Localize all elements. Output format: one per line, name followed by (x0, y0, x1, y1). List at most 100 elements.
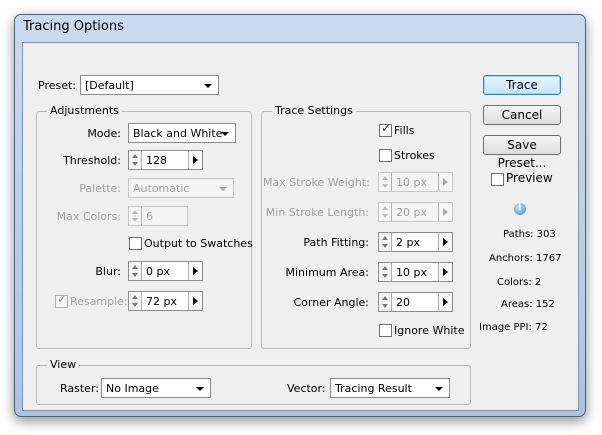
spin-down-icon (382, 304, 388, 308)
threshold-value: 128 (146, 154, 167, 167)
checkmark-icon: ✓ (57, 292, 68, 306)
preset-dropdown[interactable]: [Default] (80, 75, 219, 95)
paths-stat: Paths: 303 (503, 229, 556, 240)
palette-dropdown[interactable]: Automatic (128, 178, 234, 198)
spin-up-icon (132, 210, 138, 214)
path-fitting-stepper[interactable]: 2 px (378, 232, 453, 252)
corner-angle-stepper[interactable]: 20 (378, 292, 453, 312)
fills-checkbox[interactable]: ✓ (379, 122, 392, 137)
strokes-checkbox[interactable] (379, 149, 392, 162)
blur-value: 0 px (146, 265, 170, 278)
areas-stat: Areas: 152 (501, 299, 555, 310)
vector-label: Vector: (287, 382, 326, 395)
path-fitting-value: 2 px (396, 236, 420, 249)
max-stroke-weight-slider-button[interactable] (438, 173, 452, 191)
spin-down-icon (132, 303, 138, 307)
spin-up-icon (382, 206, 388, 210)
preset-value: [Default] (85, 79, 134, 92)
spin-up-icon (382, 236, 388, 240)
spin-down-icon (382, 274, 388, 278)
adjustments-title: Adjustments (47, 104, 122, 117)
spin-arrows[interactable] (129, 292, 142, 310)
ignore-white-checkbox[interactable] (379, 324, 392, 337)
mode-dropdown[interactable]: Black and White (128, 123, 236, 143)
spin-down-icon (132, 162, 138, 166)
arrow-right-icon (443, 208, 448, 216)
chevron-down-icon (435, 387, 443, 391)
raster-value: No Image (106, 382, 159, 395)
max-stroke-weight-stepper[interactable]: 10 px (378, 172, 453, 192)
corner-angle-slider-button[interactable] (438, 293, 452, 311)
spin-arrows[interactable] (379, 173, 392, 191)
spin-arrows[interactable] (379, 203, 392, 221)
vector-dropdown[interactable]: Tracing Result (330, 378, 450, 398)
spin-arrows[interactable] (129, 262, 142, 280)
threshold-slider-button[interactable] (188, 151, 202, 169)
spin-arrows[interactable] (129, 151, 142, 169)
threshold-stepper[interactable]: 128 (128, 150, 203, 170)
max-stroke-weight-value: 10 px (396, 176, 427, 189)
tracing-options-window: Tracing Options Preset: [Default] Adjust… (14, 14, 586, 417)
palette-value: Automatic (133, 182, 190, 195)
arrow-right-icon (193, 156, 198, 164)
min-stroke-length-stepper[interactable]: 20 px (378, 202, 453, 222)
mode-value: Black and White (133, 127, 223, 140)
window-title: Tracing Options (23, 19, 124, 34)
resample-slider-button[interactable] (188, 292, 202, 310)
blur-stepper[interactable]: 0 px (128, 261, 203, 281)
cancel-button[interactable]: Cancel (483, 105, 561, 125)
max-stroke-weight-label: Max Stroke Weight: (263, 176, 370, 189)
min-stroke-length-slider-button[interactable] (438, 203, 452, 221)
max-colors-stepper[interactable]: 6 (128, 206, 188, 226)
minimum-area-slider-button[interactable] (438, 263, 452, 281)
resample-stepper[interactable]: 72 px (128, 291, 203, 311)
spin-arrows[interactable] (379, 233, 392, 251)
arrow-right-icon (443, 178, 448, 186)
spin-down-icon (382, 244, 388, 248)
max-colors-label: Max Colors: (56, 210, 121, 223)
spin-down-icon (132, 218, 138, 222)
path-fitting-label: Path Fitting: (303, 236, 369, 249)
view-title: View (47, 358, 80, 371)
trace-settings-group: Trace Settings (261, 104, 471, 349)
threshold-label: Threshold: (63, 154, 121, 167)
resample-label: Resample: (70, 295, 128, 308)
preset-label: Preset: (38, 79, 77, 92)
fills-label: Fills (394, 124, 415, 137)
spin-down-icon (382, 184, 388, 188)
save-preset-button[interactable]: Save Preset... (483, 135, 561, 170)
arrow-right-icon (443, 268, 448, 276)
blur-label: Blur: (95, 265, 121, 278)
min-stroke-length-value: 20 px (396, 206, 427, 219)
mode-label: Mode: (87, 127, 121, 140)
resample-value: 72 px (146, 295, 177, 308)
spin-arrows[interactable] (129, 207, 142, 225)
spin-down-icon (382, 214, 388, 218)
path-fitting-slider-button[interactable] (438, 233, 452, 251)
resample-checkbox[interactable]: ✓ (55, 292, 68, 308)
corner-angle-label: Corner Angle: (293, 296, 369, 309)
image-ppi-stat: Image PPI: 72 (479, 322, 548, 333)
minimum-area-value: 10 px (396, 266, 427, 279)
spin-up-icon (132, 295, 138, 299)
max-colors-value: 6 (146, 210, 153, 223)
spin-arrows[interactable] (379, 263, 392, 281)
output-to-swatches-checkbox[interactable] (129, 237, 142, 250)
palette-label: Palette: (79, 182, 121, 195)
blur-slider-button[interactable] (188, 262, 202, 280)
adjustments-group: Adjustments (36, 104, 252, 349)
preview-checkbox[interactable] (491, 173, 504, 186)
spin-up-icon (382, 266, 388, 270)
strokes-label: Strokes (394, 149, 435, 162)
spin-arrows[interactable] (379, 293, 392, 311)
output-to-swatches-label: Output to Swatches (144, 237, 253, 250)
minimum-area-stepper[interactable]: 10 px (378, 262, 453, 282)
raster-dropdown[interactable]: No Image (101, 378, 211, 398)
dialog-client: Preset: [Default] Adjustments Mode: Blac… (22, 42, 579, 411)
min-stroke-length-label: Min Stroke Length: (265, 206, 369, 219)
trace-button[interactable]: Trace (483, 75, 561, 95)
arrow-right-icon (193, 297, 198, 305)
arrow-right-icon (443, 238, 448, 246)
minimum-area-label: Minimum Area: (285, 266, 370, 279)
spin-up-icon (382, 296, 388, 300)
